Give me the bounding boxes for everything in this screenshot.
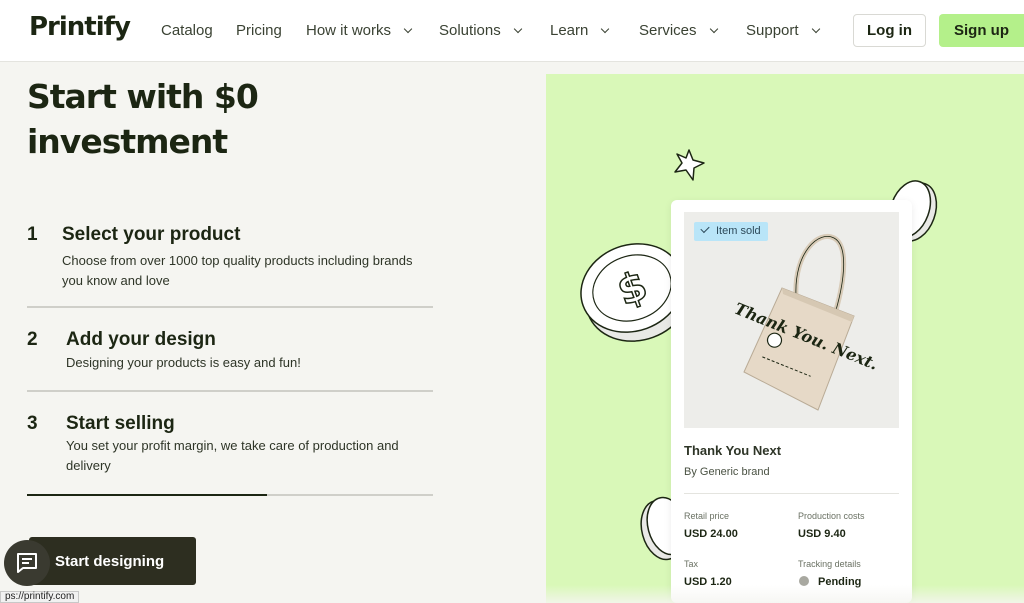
step-description: You set your profit margin, we take care… xyxy=(66,438,399,473)
product-image: Item sold Thank You. Next. xyxy=(684,212,899,428)
tax-label: Tax xyxy=(684,559,699,569)
nav-catalog[interactable]: Catalog xyxy=(161,22,213,39)
card-divider xyxy=(684,493,899,494)
product-title: Thank You Next xyxy=(684,443,782,458)
page-headline: Start with $0 investment xyxy=(27,77,259,161)
nav-solutions[interactable]: Solutions xyxy=(439,22,522,39)
start-designing-button[interactable]: Start designing xyxy=(29,537,196,585)
step-title: Start selling xyxy=(66,413,175,434)
retail-price-value: USD 24.00 xyxy=(684,528,738,540)
nav-how-it-works-label: How it works xyxy=(306,22,392,39)
login-button[interactable]: Log in xyxy=(853,14,926,47)
nav-solutions-label: Solutions xyxy=(439,22,501,39)
nav-support[interactable]: Support xyxy=(746,22,820,39)
signup-button[interactable]: Sign up xyxy=(939,14,1024,47)
sparkle-icon xyxy=(674,149,705,181)
nav-support-label: Support xyxy=(746,22,799,39)
tote-bag-illustration: Thank You. Next. xyxy=(732,233,881,411)
nav-learn[interactable]: Learn xyxy=(550,22,610,39)
step-title: Add your design xyxy=(66,329,216,350)
nav-services-label: Services xyxy=(639,22,697,39)
steps-progress-fill xyxy=(27,494,267,496)
product-card: Item sold Thank You. Next. Thank You Nex… xyxy=(671,200,912,603)
chat-launcher[interactable] xyxy=(4,540,50,586)
retail-price-label: Retail price xyxy=(684,511,730,521)
chevron-down-icon xyxy=(601,24,610,33)
chevron-down-icon xyxy=(403,24,413,33)
nav-pricing[interactable]: Pricing xyxy=(236,22,282,39)
step-divider xyxy=(27,390,433,392)
product-brand: By Generic brand xyxy=(684,466,770,478)
chevron-down-icon xyxy=(709,24,718,33)
step-description: Choose from over 1000 top quality produc… xyxy=(62,253,413,288)
chevron-down-icon xyxy=(811,24,820,33)
production-costs-value: USD 9.40 xyxy=(798,528,846,540)
nav-learn-label: Learn xyxy=(550,22,589,39)
step-divider xyxy=(27,306,433,308)
printify-logo[interactable]: Printify xyxy=(29,12,131,42)
step-1[interactable]: 1 Select your product Choose from over 1… xyxy=(27,224,433,288)
step-number: 2 xyxy=(27,329,38,350)
nav-services[interactable]: Services xyxy=(639,22,718,39)
steps-progress-bar xyxy=(27,494,433,496)
step-3[interactable]: 3 Start selling You set your profit marg… xyxy=(27,413,433,473)
chat-icon xyxy=(17,553,37,573)
step-title: Select your product xyxy=(62,224,241,245)
chevron-down-icon xyxy=(513,24,522,33)
bottom-fade xyxy=(546,585,1024,603)
step-number: 1 xyxy=(27,224,38,245)
production-costs-label: Production costs xyxy=(798,511,865,521)
tracking-details-label: Tracking details xyxy=(798,559,861,569)
nav-how-it-works[interactable]: How it works xyxy=(306,22,413,39)
status-bar-url: ps://printify.com xyxy=(0,591,80,603)
site-header: Printify Catalog Pricing How it works So… xyxy=(0,0,1024,62)
step-number: 3 xyxy=(27,413,38,434)
nav-pricing-label: Pricing xyxy=(236,22,282,39)
step-2[interactable]: 2 Add your design Designing your product… xyxy=(27,329,433,374)
nav-catalog-label: Catalog xyxy=(161,22,213,39)
step-description: Designing your products is easy and fun! xyxy=(66,355,301,370)
